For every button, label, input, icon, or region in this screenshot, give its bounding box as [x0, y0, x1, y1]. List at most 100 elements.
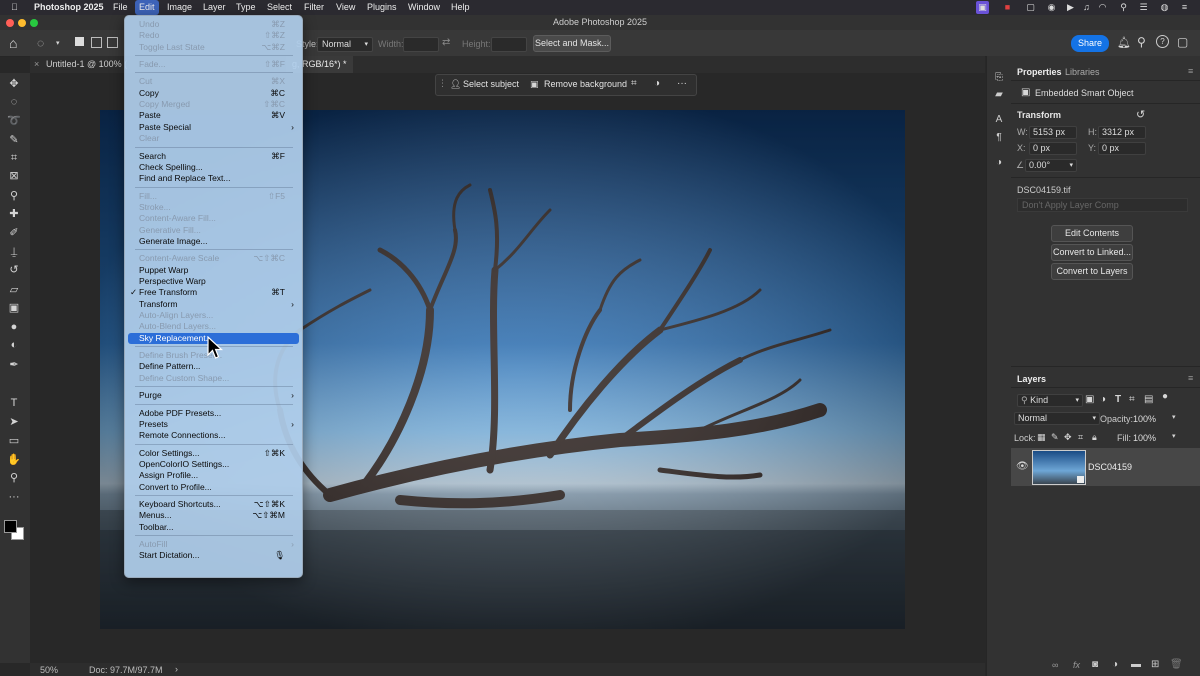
adjustments-icon[interactable]: ◑ — [993, 157, 1005, 169]
menu-item-puppet-warp[interactable]: Puppet Warp — [128, 265, 299, 276]
menu-item-adobe-pdf-presets[interactable]: Adobe PDF Presets... — [128, 408, 299, 419]
add-mask-icon[interactable]: ◙ — [1092, 659, 1098, 670]
select-subject-button[interactable]: Select subject — [463, 79, 519, 89]
layer-row[interactable]: 👁︎ DSC04159 — [1011, 448, 1200, 486]
height-input[interactable] — [491, 37, 527, 52]
layer-comp-select[interactable]: Don't Apply Layer Comp — [1017, 198, 1188, 212]
lock-transparency-icon[interactable]: ▦ — [1037, 432, 1046, 443]
object-select-icon[interactable]: ✎ — [6, 133, 22, 147]
filter-toggle-icon[interactable]: ● — [1162, 391, 1168, 402]
x-field[interactable]: 0 px — [1029, 142, 1077, 155]
filter-pixel-icon[interactable]: ▣ — [1085, 394, 1094, 405]
lock-artboard-icon[interactable]: ⌗ — [1078, 432, 1083, 443]
eyedropper-icon[interactable]: ⚲ — [6, 189, 22, 203]
menu-item-menus[interactable]: Menus... ⌥⇧⌘M — [128, 510, 299, 521]
menu-item-transform[interactable]: Transform › — [128, 299, 299, 310]
fill-value[interactable]: 100% — [1133, 433, 1156, 443]
panel-menu-icon[interactable]: ≡ — [1188, 66, 1193, 76]
opacity-value[interactable]: 100% — [1133, 414, 1156, 424]
layer-filter-select[interactable]: ⚲ Kind ▾ — [1017, 394, 1083, 407]
recording-icon[interactable]: ■ — [1001, 1, 1014, 14]
menu-file[interactable]: File — [113, 2, 128, 12]
layers-menu-icon[interactable]: ≡ — [1188, 373, 1193, 383]
fill-chevron-icon[interactable]: ▾ — [1172, 432, 1176, 440]
menu-item-free-transform[interactable]: ✓ Free Transform ⌘T — [128, 287, 299, 298]
swap-icon[interactable]: ⇄ — [442, 37, 450, 48]
width-input[interactable] — [403, 37, 439, 52]
marquee-icon[interactable]: ◌ — [6, 95, 22, 109]
display-icon[interactable]: ▢ — [1024, 1, 1037, 14]
paragraph-icon[interactable]: ¶ — [993, 132, 1005, 144]
layers-heading[interactable]: Layers — [1017, 374, 1046, 384]
menu-help[interactable]: Help — [451, 2, 470, 12]
wifi-icon[interactable]: ◠ — [1096, 1, 1109, 14]
chevron-down-icon[interactable]: ▾ — [56, 39, 60, 47]
zoom-level[interactable]: 50% — [40, 665, 58, 675]
help-icon[interactable]: ? — [1156, 35, 1169, 48]
adjustment-icon[interactable]: ◑ — [654, 78, 660, 89]
menu-item-search[interactable]: Search ⌘F — [128, 151, 299, 162]
chevron-right-icon[interactable]: › — [175, 664, 178, 674]
filter-smart-object-icon[interactable]: ▤ — [1144, 394, 1153, 405]
menu-item-generate-image[interactable]: Generate Image... — [128, 236, 299, 247]
more-tools-icon[interactable]: ··· — [6, 490, 22, 504]
edit-contents-button[interactable]: Edit Contents — [1051, 225, 1133, 242]
select-and-mask-button[interactable]: Select and Mask... — [533, 35, 611, 52]
menu-item-presets[interactable]: Presets › — [128, 419, 299, 430]
lock-position-icon[interactable]: ✥ — [1064, 432, 1072, 443]
filter-shape-icon[interactable]: ⌗ — [1129, 394, 1135, 405]
lock-all-icon[interactable]: 🔒︎ — [1092, 432, 1097, 443]
angle-field[interactable]: 0.00° ▾ — [1025, 159, 1077, 172]
healing-brush-icon[interactable]: ✚ — [6, 207, 22, 221]
link-layers-icon[interactable]: ∞ — [1052, 660, 1058, 670]
drag-handle-icon[interactable]: ⋮ — [438, 78, 447, 89]
hand-icon[interactable]: ✋ — [6, 453, 22, 467]
record-circle-icon[interactable]: ◉ — [1045, 1, 1058, 14]
eraser-icon[interactable]: ▱ — [6, 283, 22, 297]
new-selection-icon[interactable] — [75, 37, 84, 46]
new-group-icon[interactable]: ▬ — [1131, 659, 1141, 670]
menu-item-perspective-warp[interactable]: Perspective Warp — [128, 276, 299, 287]
y-field[interactable]: 0 px — [1098, 142, 1146, 155]
add-selection-icon[interactable] — [91, 37, 102, 48]
filter-type-icon[interactable]: T — [1115, 394, 1121, 405]
siri-icon[interactable]: ◍ — [1158, 1, 1171, 14]
new-adjustment-icon[interactable]: ◑ — [1112, 659, 1118, 670]
home-icon[interactable]: ⌂ — [9, 35, 17, 51]
convert-to-layers-button[interactable]: Convert to Layers — [1051, 263, 1133, 280]
opacity-chevron-icon[interactable]: ▾ — [1172, 413, 1176, 421]
marquee-preset-icon[interactable]: ◌ — [37, 36, 44, 50]
style-select[interactable]: Normal ▾ — [317, 37, 373, 52]
frame-icon[interactable]: ⊠ — [6, 169, 22, 183]
tab-libraries[interactable]: Libraries — [1065, 67, 1100, 77]
lasso-icon[interactable]: ➰ — [6, 114, 22, 128]
character-icon[interactable]: A — [993, 114, 1005, 126]
menu-item-convert-to-profile[interactable]: Convert to Profile... — [128, 482, 299, 493]
history-brush-icon[interactable]: ↺ — [6, 263, 22, 277]
document-tab-untitled[interactable]: Untitled-1 @ 100% ( — [40, 56, 134, 73]
minimize-window-icon[interactable] — [18, 19, 26, 27]
brush-icon[interactable]: ✐ — [6, 226, 22, 240]
gradient-icon[interactable]: ▣ — [6, 301, 22, 315]
menu-filter[interactable]: Filter — [304, 2, 324, 12]
menu-view[interactable]: View — [336, 2, 355, 12]
menu-item-paste-special[interactable]: Paste Special › — [128, 122, 299, 133]
reset-transform-icon[interactable]: ↺ — [1136, 108, 1145, 121]
menu-image[interactable]: Image — [167, 2, 192, 12]
zoom-window-icon[interactable] — [30, 19, 38, 27]
headphones-icon[interactable]: ♫ — [1080, 1, 1093, 14]
menu-item-keyboard-shortcuts[interactable]: Keyboard Shortcuts... ⌥⇧⌘K — [128, 499, 299, 510]
more-options-icon[interactable]: ··· — [677, 78, 687, 89]
height-field[interactable]: 3312 px — [1098, 126, 1146, 139]
menu-plugins[interactable]: Plugins — [367, 2, 397, 12]
menu-item-paste[interactable]: Paste ⌘V — [128, 110, 299, 121]
blur-icon[interactable]: ● — [6, 320, 22, 334]
play-icon[interactable]: ▶ — [1064, 1, 1077, 14]
menu-edit[interactable]: Edit — [135, 0, 159, 15]
menu-item-assign-profile[interactable]: Assign Profile... — [128, 470, 299, 481]
crop-icon[interactable]: ⌗ — [6, 151, 22, 165]
apple-icon[interactable]:  — [11, 2, 18, 12]
tab-properties[interactable]: Properties — [1017, 67, 1062, 77]
path-select-icon[interactable]: ➤ — [6, 415, 22, 429]
menu-item-start-dictation[interactable]: Start Dictation... 🎙 — [128, 550, 299, 561]
